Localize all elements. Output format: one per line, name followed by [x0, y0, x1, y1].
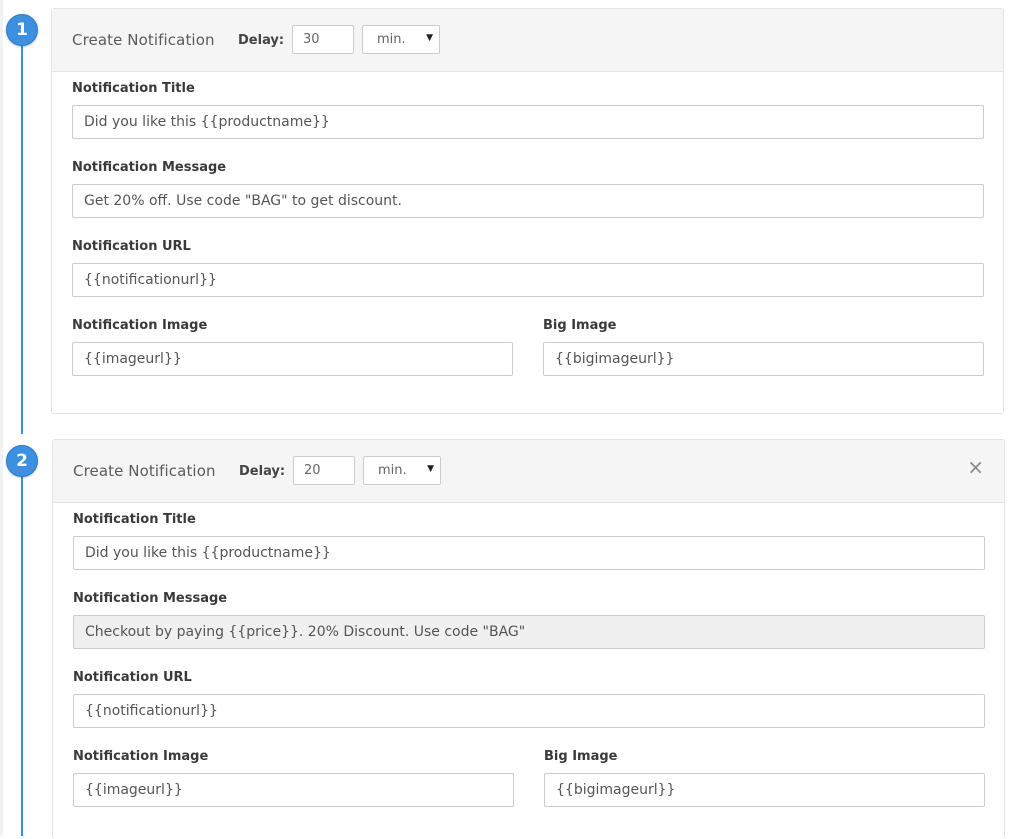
big-image-input[interactable] — [543, 342, 984, 376]
notification-message-label: Notification Message — [72, 160, 227, 175]
notification-image-input[interactable] — [72, 342, 513, 376]
delay-unit-value: min. — [377, 32, 406, 47]
card-title: Create Notification — [72, 31, 215, 49]
delay-unit-select[interactable]: min. ▼ — [363, 456, 441, 485]
timeline-line — [21, 44, 23, 434]
card-header: Create Notification Delay: min. ▼ — [52, 9, 1003, 72]
big-image-label: Big Image — [544, 749, 618, 764]
left-gutter — [0, 0, 3, 836]
caret-down-icon: ▼ — [426, 33, 433, 43]
notification-title-label: Notification Title — [72, 81, 195, 96]
big-image-input[interactable] — [544, 773, 985, 807]
notification-card-1: Create Notification Delay: min. ▼ Notifi… — [51, 8, 1004, 414]
big-image-label: Big Image — [543, 318, 617, 333]
notification-title-input[interactable] — [72, 105, 984, 139]
notification-url-input[interactable] — [73, 694, 985, 728]
card-title: Create Notification — [73, 462, 216, 480]
notification-image-label: Notification Image — [73, 749, 209, 764]
notification-title-label: Notification Title — [73, 512, 196, 527]
step-badge-1: 1 — [6, 14, 38, 46]
delay-unit-value: min. — [378, 463, 407, 478]
step-badge-2: 2 — [6, 445, 38, 477]
timeline-line — [21, 476, 23, 836]
notification-card-2: Create Notification Delay: min. ▼ × Noti… — [52, 439, 1005, 839]
notification-url-label: Notification URL — [72, 239, 191, 254]
card-header: Create Notification Delay: min. ▼ × — [53, 440, 1004, 503]
delay-label: Delay: — [239, 464, 286, 479]
notification-url-label: Notification URL — [73, 670, 192, 685]
delay-input[interactable] — [293, 456, 355, 485]
notification-message-input[interactable] — [73, 615, 985, 649]
notification-message-input[interactable] — [72, 184, 984, 218]
notification-image-input[interactable] — [73, 773, 514, 807]
notification-title-input[interactable] — [73, 536, 985, 570]
delay-label: Delay: — [238, 33, 285, 48]
delay-input[interactable] — [292, 25, 354, 54]
notification-url-input[interactable] — [72, 263, 984, 297]
close-icon[interactable]: × — [967, 457, 984, 477]
delay-unit-select[interactable]: min. ▼ — [362, 25, 440, 54]
notification-message-label: Notification Message — [73, 591, 228, 606]
caret-down-icon: ▼ — [427, 464, 434, 474]
notification-image-label: Notification Image — [72, 318, 208, 333]
